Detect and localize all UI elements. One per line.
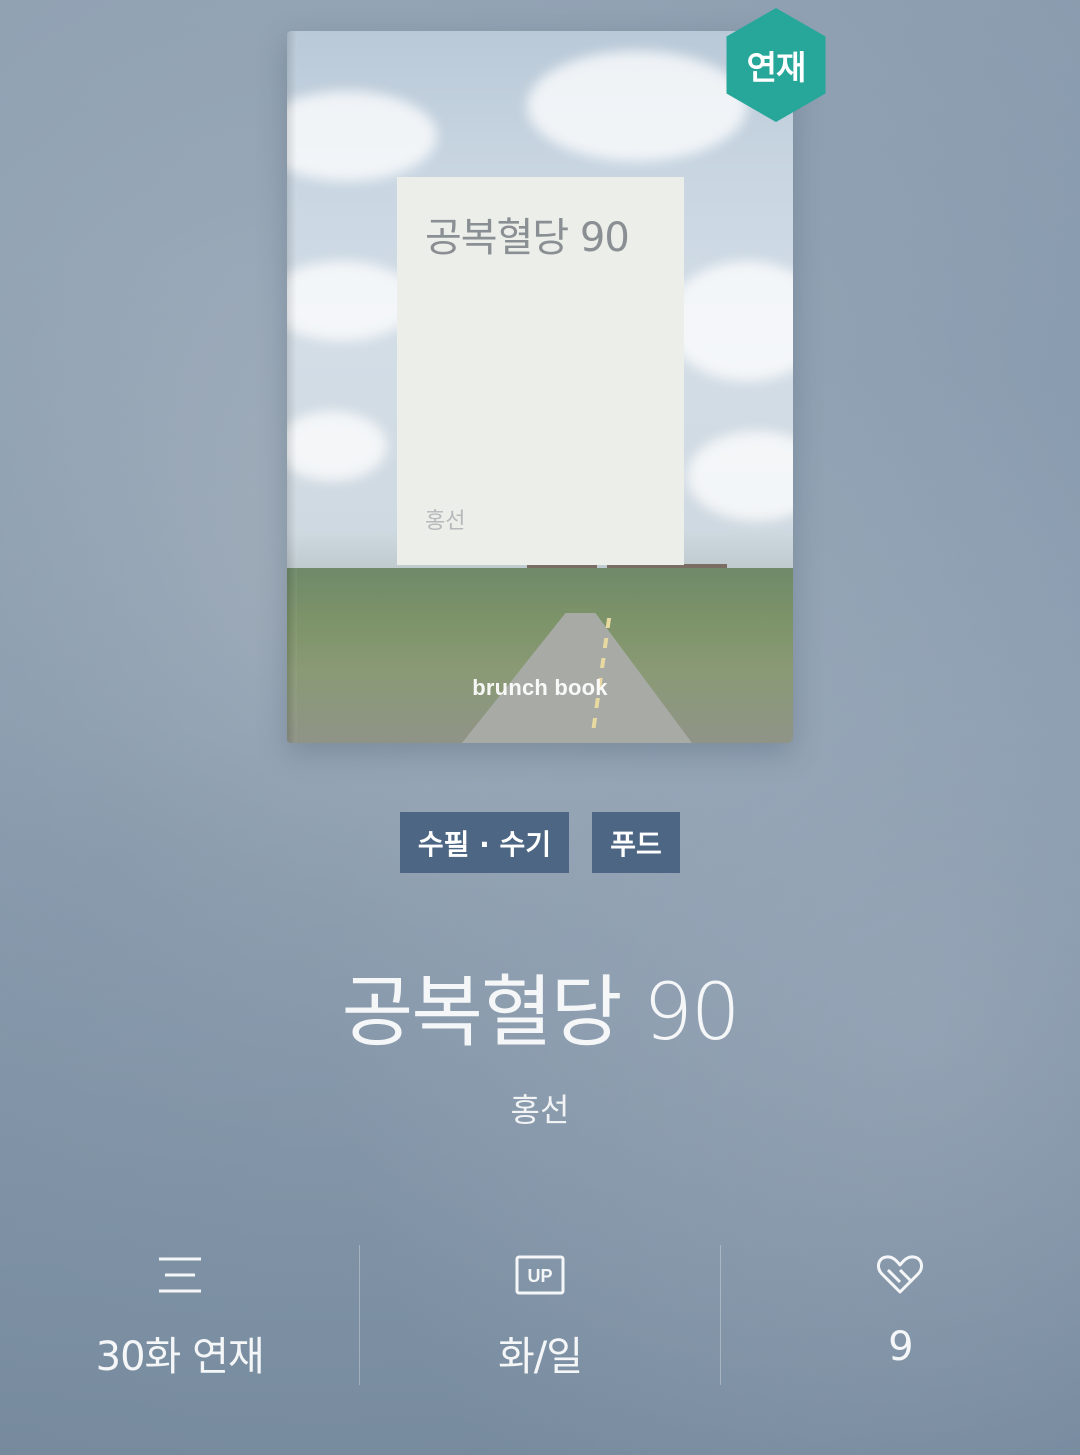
book-stats: 30화 연재 UP 화/일 9 [0,1245,1080,1385]
tag-essay[interactable]: 수필 · 수기 [400,812,569,873]
cover-label: 공복혈당 90 홍선 [397,177,684,565]
brunch-book-logo: brunch book [472,675,608,700]
heart-icon [876,1253,924,1297]
up-icon: UP [515,1253,565,1297]
svg-text:UP: UP [527,1266,552,1286]
list-icon [157,1253,203,1297]
stat-schedule[interactable]: UP 화/일 [359,1245,719,1385]
cover-spine [287,31,297,743]
book-cover[interactable]: 공복혈당 90 홍선 brunch book [287,31,793,743]
stat-episodes-value: 30화 연재 [95,1334,265,1380]
stat-likes[interactable]: 9 [719,1245,1080,1385]
book-title: 공복혈당 90 [341,968,740,1058]
category-tags: 수필 · 수기 푸드 [0,812,1080,873]
stat-episodes[interactable]: 30화 연재 [0,1245,359,1385]
cover-cloud [287,411,387,481]
cover-cloud [667,261,793,381]
cover-cloud [527,51,747,161]
cover-label-author: 홍선 [425,509,466,534]
stat-likes-value: 9 [888,1324,913,1370]
stat-schedule-value: 화/일 [497,1334,583,1380]
tag-food[interactable]: 푸드 [592,812,680,873]
book-author[interactable]: 홍선 [0,1085,1080,1131]
cover-label-title: 공복혈당 90 [425,215,630,261]
cover-cloud [687,431,793,521]
cover-cloud [287,91,437,181]
